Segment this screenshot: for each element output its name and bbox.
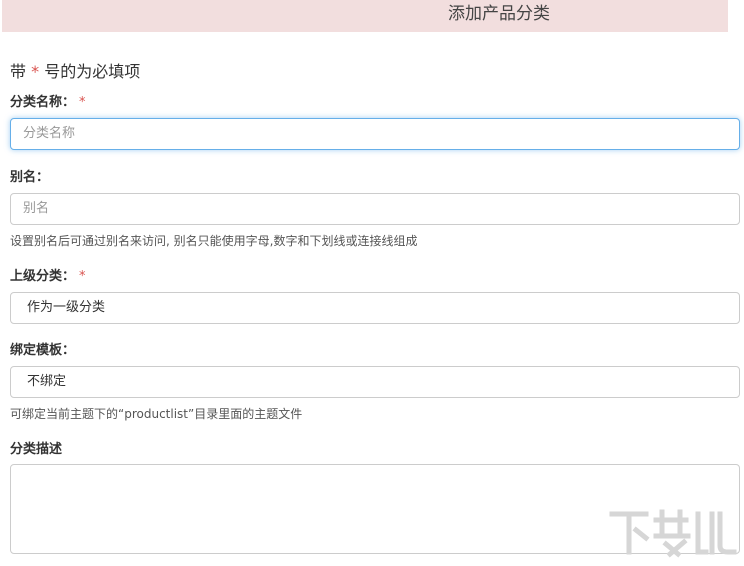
description-label: 分类描述	[10, 442, 63, 457]
template-help-text: 可绑定当前主题下的“productlist”目录里面的主题文件	[10, 407, 303, 421]
template-label: 绑定模板：	[10, 343, 76, 358]
required-note-suffix: 号的为必填项	[44, 62, 141, 81]
category-name-label-text: 分类名称：	[10, 95, 76, 110]
add-category-page: 添加产品分类 带 * 号的为必填项 分类名称： * 分类名称 别名： 别名 设置别…	[0, 0, 744, 566]
page-title: 添加产品分类	[448, 4, 550, 24]
alias-placeholder: 别名	[23, 201, 50, 216]
category-name-required-star: *	[79, 95, 86, 110]
parent-category-label-text: 上级分类：	[10, 269, 76, 284]
watermark-logo-icon	[609, 509, 737, 558]
category-name-input[interactable]: 分类名称	[10, 118, 740, 150]
template-select[interactable]: 不绑定	[10, 366, 740, 398]
parent-category-label: 上级分类： *	[10, 268, 86, 286]
required-note-prefix: 带	[10, 62, 27, 81]
category-name-label: 分类名称： *	[10, 94, 86, 112]
parent-category-required-star: *	[79, 269, 86, 284]
required-fields-note: 带 * 号的为必填项	[10, 61, 140, 83]
parent-category-selected-value: 作为一级分类	[27, 300, 106, 315]
required-note-star: *	[31, 62, 40, 81]
category-name-placeholder: 分类名称	[23, 126, 76, 141]
alias-help-text: 设置别名后可通过别名来访问, 别名只能使用字母,数字和下划线或连接线组成	[10, 234, 418, 248]
page-header: 添加产品分类	[2, 0, 728, 32]
alias-input[interactable]: 别名	[10, 193, 740, 225]
parent-category-select[interactable]: 作为一级分类	[10, 292, 740, 324]
template-selected-value: 不绑定	[27, 374, 67, 389]
alias-label: 别名：	[10, 170, 50, 185]
